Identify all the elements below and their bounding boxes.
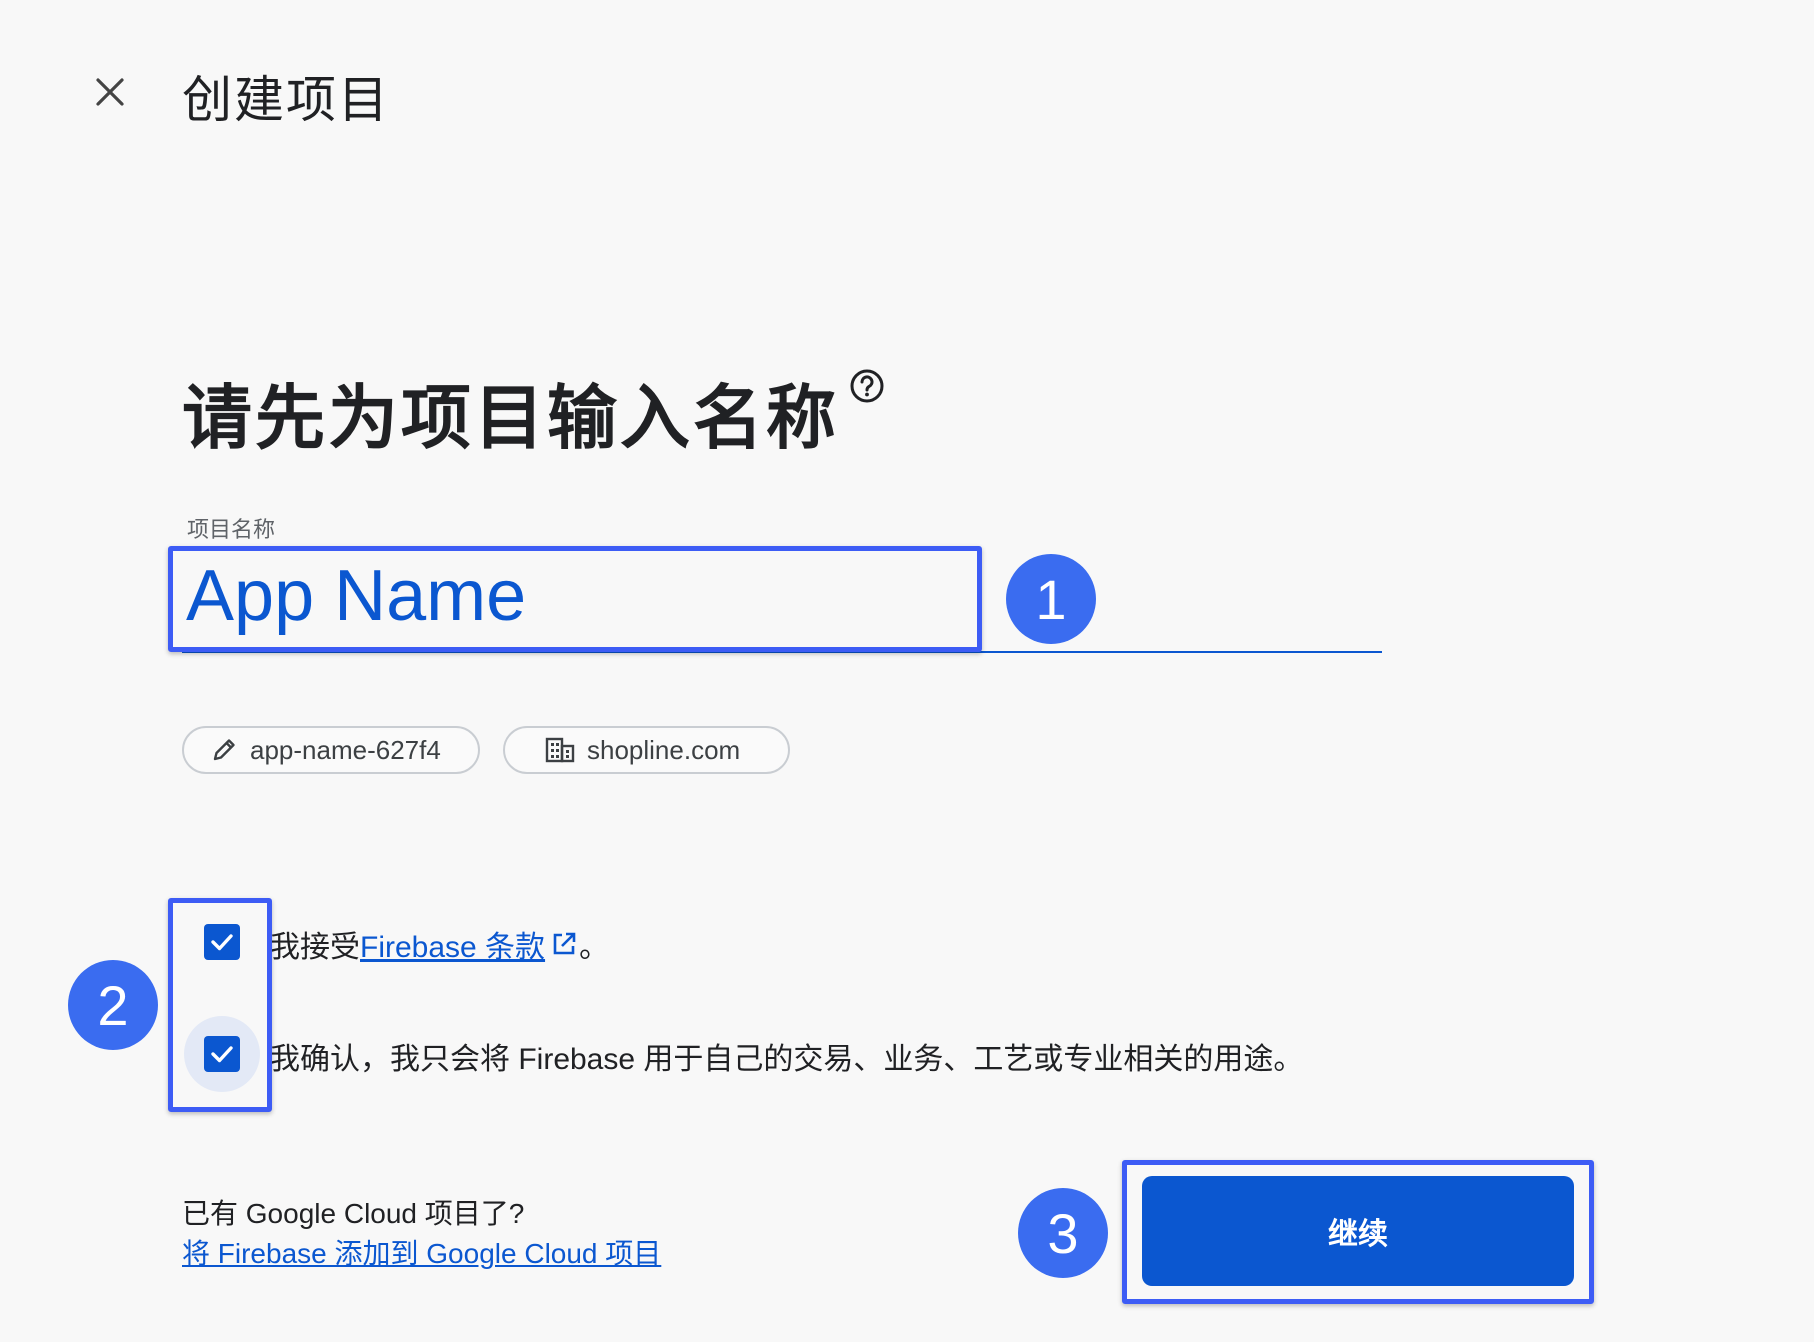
project-name-underline — [182, 651, 1382, 653]
confirm-usage-text: 我确认，我只会将 Firebase 用于自己的交易、业务、工艺或专业相关的用途。 — [270, 1043, 1304, 1076]
project-id-chip[interactable]: app-name-627f4 — [182, 726, 480, 774]
building-icon — [545, 737, 575, 763]
existing-project-question: 已有 Google Cloud 项目了? — [182, 1198, 525, 1229]
close-button[interactable] — [88, 70, 132, 114]
close-icon — [96, 78, 124, 106]
accept-terms-text: 我接受 Firebase 条款 。 — [270, 922, 609, 966]
organization-text: shopline.com — [587, 734, 741, 765]
firebase-terms-link[interactable]: Firebase 条款 — [360, 922, 545, 966]
confirm-usage-checkbox[interactable] — [204, 1036, 240, 1072]
main-heading-text: 请先为项目输入名称 — [182, 379, 839, 457]
continue-button[interactable]: 继续 — [1142, 1176, 1574, 1286]
page-title: 创建项目 — [182, 72, 390, 128]
annotation-badge-3: 3 — [1018, 1188, 1108, 1278]
accept-terms-suffix: 。 — [579, 931, 610, 964]
checkmark-icon — [211, 934, 233, 951]
add-to-cloud-project-link[interactable]: 将 Firebase 添加到 Google Cloud 项目 — [182, 1232, 661, 1272]
annotation-badge-1: 1 — [1006, 554, 1096, 644]
accept-terms-prefix: 我接受 — [270, 931, 360, 964]
project-name-label: 项目名称 — [187, 517, 276, 542]
create-project-page: 创建项目 请先为项目输入名称 项目名称 1 app-name-627f4 — [0, 0, 1814, 1342]
checkmark-icon — [211, 1046, 233, 1063]
accept-terms-checkbox[interactable] — [204, 924, 240, 960]
project-id-text: app-name-627f4 — [250, 734, 441, 765]
main-heading: 请先为项目输入名称 — [182, 362, 885, 463]
help-icon[interactable] — [849, 368, 885, 404]
annotation-badge-2: 2 — [68, 960, 158, 1050]
external-link-icon[interactable] — [549, 929, 579, 959]
project-name-input[interactable] — [182, 552, 972, 640]
pencil-icon — [213, 739, 235, 761]
organization-chip[interactable]: shopline.com — [503, 726, 790, 774]
